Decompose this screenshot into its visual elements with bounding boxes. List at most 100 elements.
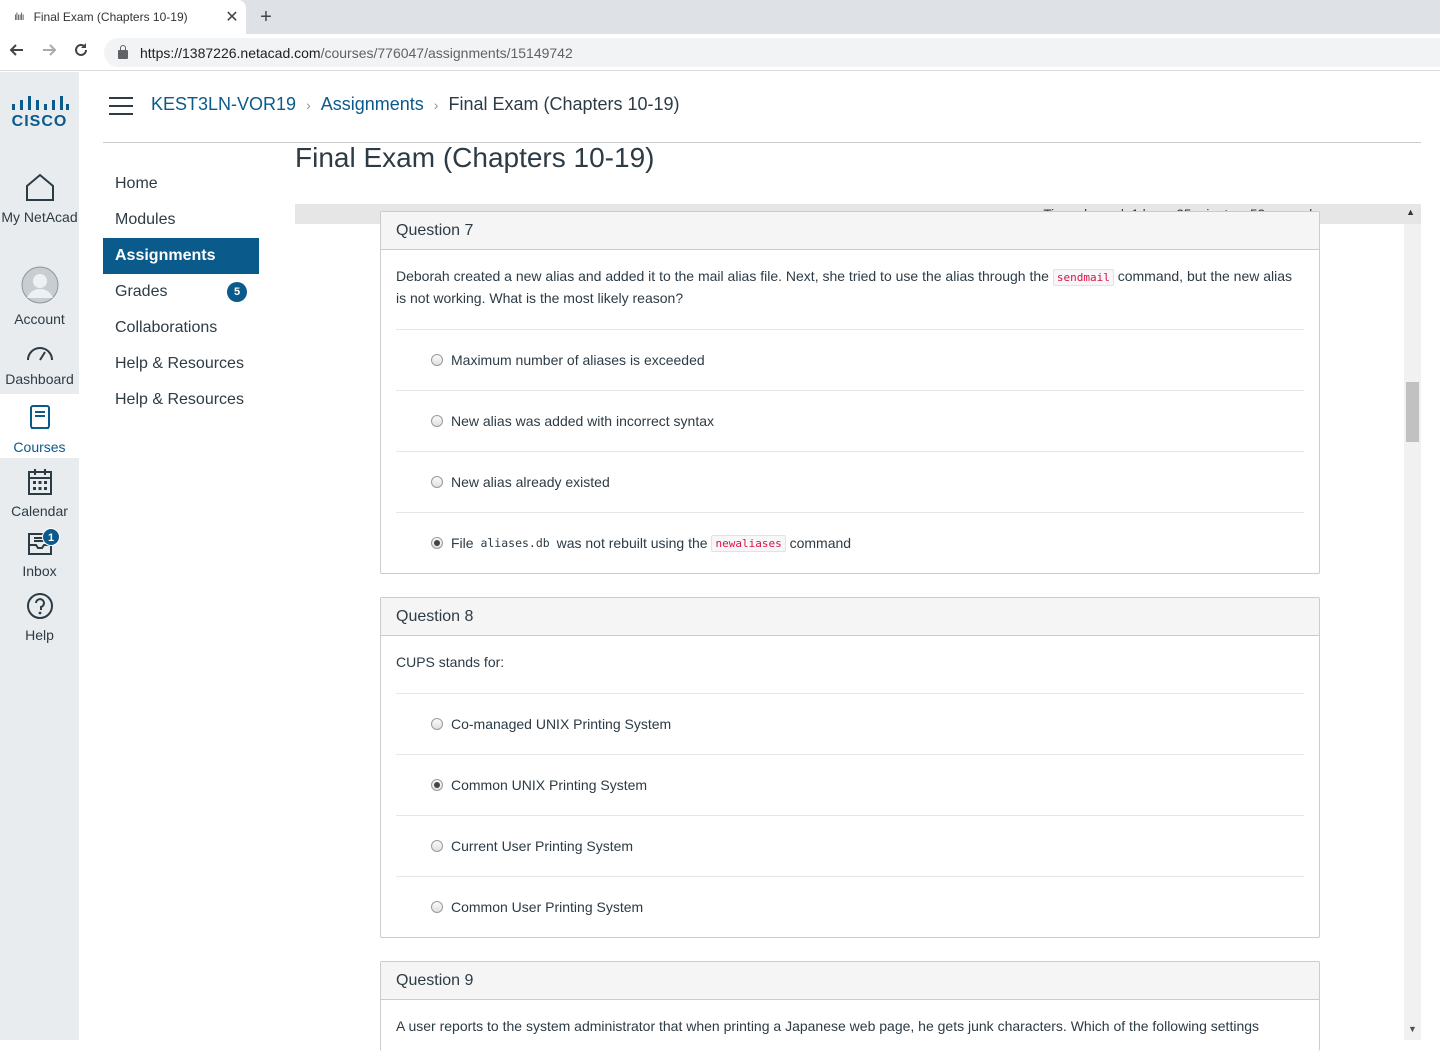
gnav-inbox[interactable]: 1 Inbox (0, 528, 79, 579)
gnav-help[interactable]: Help (0, 592, 79, 643)
course-menu-hamburger-icon[interactable] (109, 97, 133, 117)
radio-button-checked[interactable] (431, 537, 443, 549)
tab-title: Final Exam (Chapters 10-19) (33, 10, 188, 24)
gnav-label: Account (14, 311, 65, 327)
gnav-label: Calendar (11, 503, 68, 519)
close-tab-icon[interactable]: ✕ (218, 7, 246, 27)
back-arrow-icon[interactable] (6, 41, 28, 63)
radio-button[interactable] (431, 840, 443, 852)
cisco-bars-icon (0, 96, 79, 113)
answer-option[interactable]: Co-managed UNIX Printing System (396, 693, 1304, 754)
gnav-label: Dashboard (5, 371, 74, 387)
question-card-7: Question 7 Deborah created a new alias a… (380, 211, 1320, 574)
course-nav-label: Home (115, 175, 158, 192)
answer-option-selected[interactable]: Common UNIX Printing System (396, 754, 1304, 815)
scrollbar-thumb[interactable] (1406, 382, 1419, 442)
course-nav-label: Collaborations (115, 319, 218, 336)
answer-label: Co-managed UNIX Printing System (451, 716, 672, 732)
url-field[interactable]: https://1387226.netacad.com/courses/7760… (104, 38, 1440, 67)
inbox-unread-badge: 1 (42, 528, 60, 546)
gnav-dashboard[interactable]: Dashboard (0, 342, 79, 387)
avatar-icon (0, 266, 79, 307)
browser-tab[interactable]: ılıılı Final Exam (Chapters 10-19) ✕ (0, 0, 246, 34)
gnav-account[interactable]: Account (0, 266, 79, 327)
inbox-icon (0, 528, 79, 559)
gnav-calendar[interactable]: Calendar (0, 468, 79, 519)
course-nav-home[interactable]: Home (103, 166, 259, 202)
question-header: Question 9 (381, 962, 1319, 1000)
course-nav-grades[interactable]: Grades 5 (103, 274, 259, 310)
answer-label: command (789, 535, 852, 551)
course-nav-label: Help & Resources (115, 355, 244, 372)
grades-count-badge: 5 (227, 282, 247, 302)
answer-option[interactable]: New alias was added with incorrect synta… (396, 390, 1304, 451)
answer-label: File (451, 535, 474, 551)
scroll-down-arrow-icon[interactable]: ▼ (1408, 1024, 1417, 1034)
inline-code: newaliases (711, 534, 786, 552)
answer-label: New alias already existed (451, 474, 610, 490)
breadcrumb-course[interactable]: KEST3LN-VOR19 (151, 94, 296, 115)
answer-label: Common UNIX Printing System (451, 777, 648, 793)
inline-code: sendmail (1052, 269, 1114, 286)
breadcrumb: KEST3LN-VOR19 › Assignments › Final Exam… (151, 94, 680, 115)
radio-button[interactable] (431, 901, 443, 913)
help-icon (0, 592, 79, 623)
answer-option-selected[interactable]: File aliases.db was not rebuilt using th… (396, 512, 1304, 573)
answer-list: Maximum number of aliases is exceeded Ne… (396, 329, 1304, 573)
page-title: Final Exam (Chapters 10-19) (295, 142, 655, 173)
scrollbar[interactable]: ▼ (1404, 224, 1421, 1040)
breadcrumb-assignments[interactable]: Assignments (321, 94, 424, 115)
question-card-8: Question 8 CUPS stands for: Co-managed U… (380, 597, 1320, 938)
lock-icon (118, 45, 128, 59)
question-text: A user reports to the system administrat… (396, 1018, 1260, 1034)
course-nav-label: Help & Resources (115, 391, 244, 408)
radio-button[interactable] (431, 354, 443, 366)
gnav-label: Courses (13, 439, 66, 455)
address-bar: https://1387226.netacad.com/courses/7760… (0, 34, 1440, 71)
course-nav-label: Assignments (115, 247, 216, 264)
answer-list: Co-managed UNIX Printing System Common U… (396, 693, 1304, 937)
gnav-label: My NetAcad (1, 209, 78, 225)
timer-collapse-icon[interactable]: ▲ (1406, 207, 1415, 217)
gnav-my-netacad[interactable]: My NetAcad (0, 172, 79, 225)
question-text-part: Deborah created a new alias and added it… (396, 268, 1053, 284)
courses-icon (0, 404, 79, 435)
reload-icon[interactable] (70, 41, 92, 63)
home-icon (0, 172, 79, 205)
radio-button[interactable] (431, 476, 443, 488)
cisco-favicon-icon: ılıılı (14, 11, 25, 23)
answer-label: Maximum number of aliases is exceeded (451, 352, 705, 368)
answer-label: New alias was added with incorrect synta… (451, 413, 715, 429)
answer-option[interactable]: Common User Printing System (396, 876, 1304, 937)
answer-option[interactable]: Maximum number of aliases is exceeded (396, 329, 1304, 390)
radio-button[interactable] (431, 415, 443, 427)
answer-option[interactable]: New alias already existed (396, 451, 1304, 512)
course-nav-modules[interactable]: Modules (103, 202, 259, 238)
course-nav-label: Grades (115, 283, 168, 300)
radio-button-checked[interactable] (431, 779, 443, 791)
new-tab-button[interactable]: + (256, 4, 276, 30)
answer-label: Common User Printing System (451, 899, 644, 915)
gnav-courses[interactable]: Courses (0, 394, 79, 458)
url-path: /courses/776047/assignments/15149742 (320, 44, 573, 61)
gnav-label: Inbox (22, 563, 57, 579)
course-nav-label: Modules (115, 211, 176, 228)
cisco-logo[interactable]: CISCO (0, 96, 79, 131)
browser-tab-strip: ılıılı Final Exam (Chapters 10-19) ✕ + (0, 0, 1440, 34)
course-navigation: Home Modules Assignments Grades 5 Collabo… (103, 166, 259, 418)
inline-code: aliases.db (480, 536, 550, 550)
question-text: CUPS stands for: (396, 654, 505, 670)
chevron-right-icon: › (433, 96, 439, 113)
course-nav-help-resources-2[interactable]: Help & Resources (103, 382, 259, 418)
course-nav-assignments[interactable]: Assignments (103, 238, 259, 274)
question-card-9: Question 9 A user reports to the system … (380, 961, 1320, 1051)
calendar-icon (0, 468, 79, 499)
answer-option[interactable]: Current User Printing System (396, 815, 1304, 876)
course-nav-help-resources[interactable]: Help & Resources (103, 346, 259, 382)
course-nav-collaborations[interactable]: Collaborations (103, 310, 259, 346)
forward-arrow-icon[interactable] (38, 41, 60, 63)
radio-button[interactable] (431, 718, 443, 730)
url-host: https://1387226.netacad.com (140, 44, 321, 61)
question-header: Question 8 (381, 598, 1319, 636)
answer-label: was not rebuilt using the (556, 535, 708, 551)
